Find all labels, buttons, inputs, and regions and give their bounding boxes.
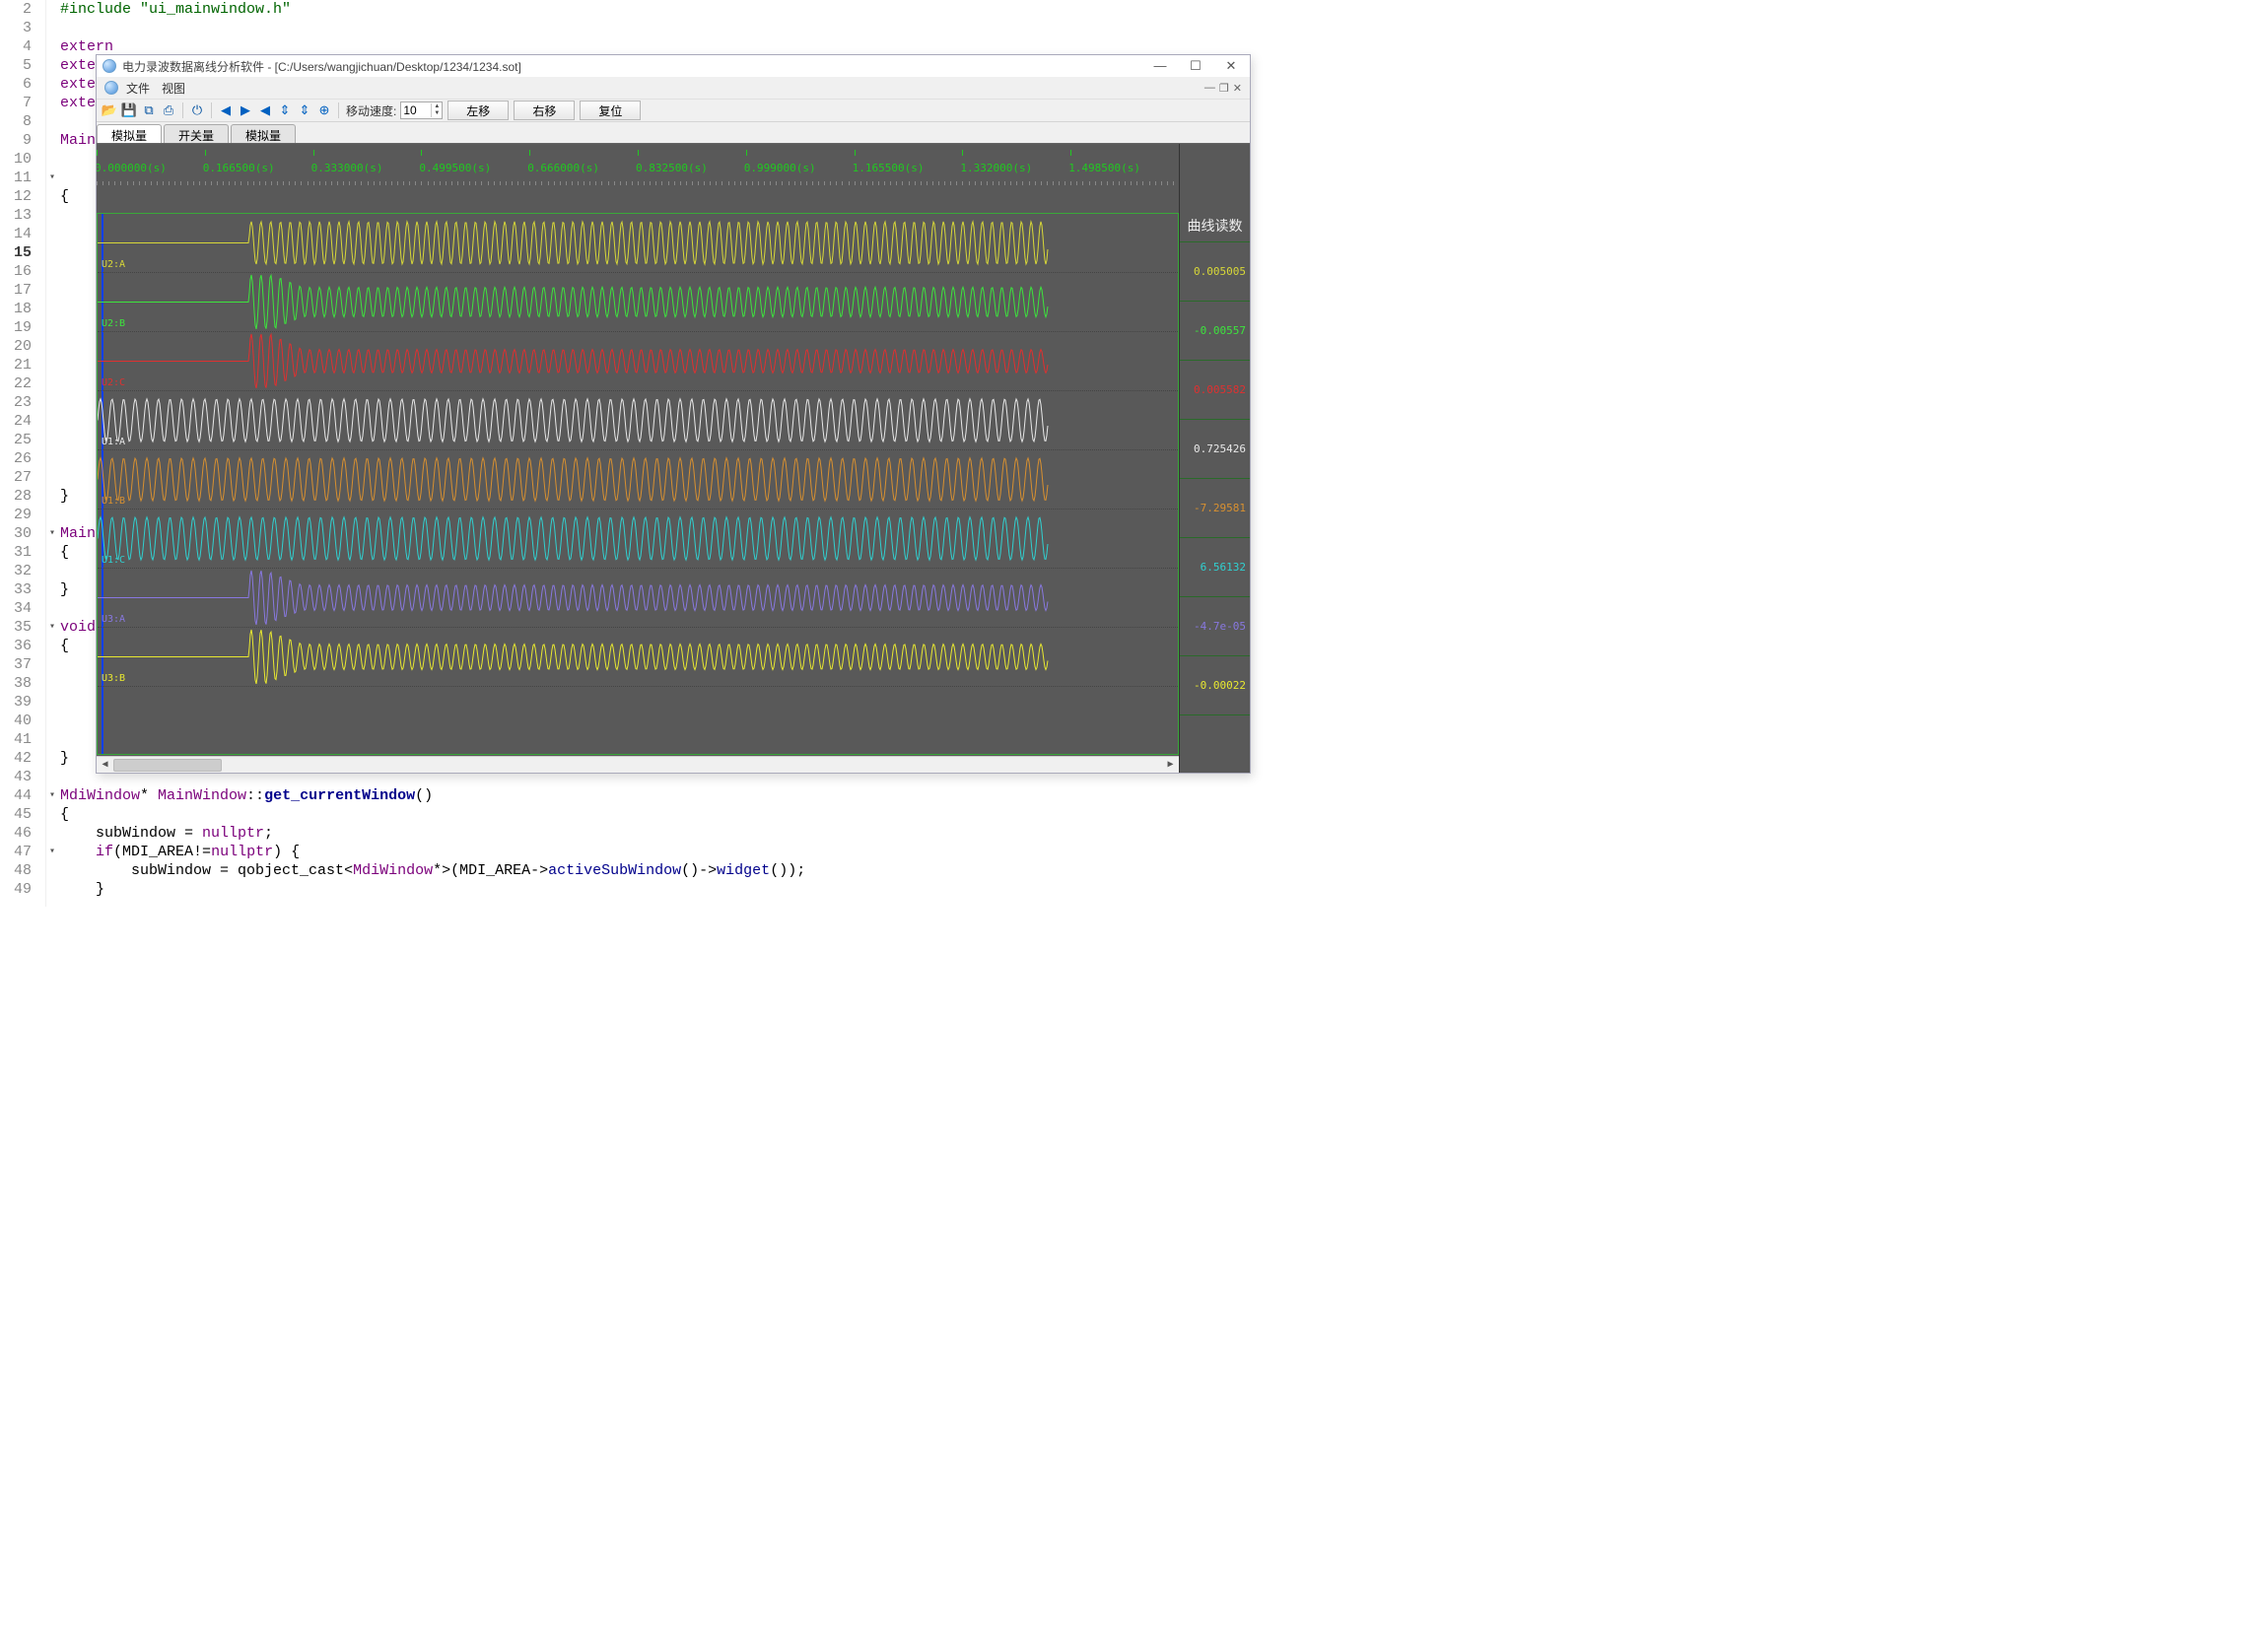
scroll-right-arrow[interactable]: ▶ — [1162, 758, 1179, 773]
time-tick: 1.498500(s) — [1068, 162, 1140, 174]
tab-switch[interactable]: 开关量 — [164, 124, 229, 143]
minimize-button[interactable]: — — [1147, 58, 1173, 74]
waveform-row[interactable]: U2:A — [98, 214, 1178, 273]
scroll-thumb[interactable] — [113, 759, 222, 772]
menubar: 文件 视图 — ❐ ✕ — [97, 77, 1250, 99]
move-right-button[interactable]: 右移 — [514, 101, 575, 120]
menu-file[interactable]: 文件 — [126, 80, 150, 97]
copy-icon[interactable]: ⧉ — [140, 102, 158, 119]
mdi-icon — [104, 81, 118, 95]
print-icon[interactable]: ⎙ — [160, 102, 177, 119]
speed-spinner[interactable]: ▲▼ — [400, 102, 443, 119]
scroll-left-arrow[interactable]: ◀ — [97, 758, 113, 773]
speed-label: 移动速度: — [344, 102, 398, 119]
waveform-row[interactable]: U1:C — [98, 509, 1178, 569]
chart-area: 0.000000(s) 0.166500(s) 0.333000(s) 0.49950… — [97, 144, 1250, 773]
mdi-restore-button[interactable]: ❐ — [1219, 82, 1229, 95]
analysis-app-window: 电力录波数据离线分析软件 - [C:/Users/wangjichuan/Des… — [96, 54, 1251, 774]
menu-view[interactable]: 视图 — [162, 80, 185, 97]
time-tick: 1.165500(s) — [853, 162, 925, 174]
expand-v-icon[interactable]: ⇕ — [276, 102, 294, 119]
waveform-row[interactable]: U1:B — [98, 450, 1178, 509]
time-axis: 0.000000(s) 0.166500(s) 0.333000(s) 0.49950… — [97, 144, 1179, 181]
maximize-button[interactable]: ☐ — [1183, 58, 1208, 74]
power-icon[interactable]: ⏻ — [188, 102, 206, 119]
waveform-row[interactable]: U2:B — [98, 273, 1178, 332]
plot-region[interactable]: 0.000000(s) 0.166500(s) 0.333000(s) 0.49950… — [97, 144, 1179, 773]
mdi-minimize-button[interactable]: — — [1204, 82, 1215, 95]
close-button[interactable]: ✕ — [1218, 58, 1244, 74]
reading-value: 0.005005 — [1180, 242, 1250, 302]
reading-value: -0.00557 — [1180, 302, 1250, 361]
speed-input[interactable] — [401, 103, 431, 117]
reading-value: 0.725426 — [1180, 420, 1250, 479]
waveform-stack[interactable]: U2:AU2:BU2:CU1:AU1:BU1:CU3:AU3:B — [97, 213, 1179, 755]
tab-analog-1[interactable]: 模拟量 — [97, 124, 162, 143]
toolbar: 📂 💾 ⧉ ⎙ ⏻ ◀ ▶ ◀ ⇕ ⇕ ⊕ 移动速度: ▲▼ 左移 右移 复位 — [97, 99, 1250, 122]
time-tick: 0.666000(s) — [527, 162, 599, 174]
time-tick: 0.166500(s) — [203, 162, 275, 174]
line-number-gutter: 2345678910111213141516171819202122232425… — [0, 0, 46, 907]
time-tick: 0.333000(s) — [311, 162, 383, 174]
time-tick: 0.999000(s) — [744, 162, 816, 174]
open-icon[interactable]: 📂 — [101, 102, 118, 119]
tabbar: 模拟量 开关量 模拟量 — [97, 122, 1250, 144]
time-tick: 0.832500(s) — [636, 162, 708, 174]
tab-analog-2[interactable]: 模拟量 — [231, 124, 296, 143]
nav-first-icon[interactable]: ◀ — [217, 102, 235, 119]
reset-button[interactable]: 复位 — [580, 101, 641, 120]
waveform-row[interactable]: U3:B — [98, 628, 1178, 687]
app-icon — [103, 59, 116, 73]
window-title: 电力录波数据离线分析软件 - [C:/Users/wangjichuan/Des… — [122, 58, 521, 75]
scroll-track[interactable] — [113, 758, 1162, 773]
zoom-icon[interactable]: ⊕ — [315, 102, 333, 119]
mdi-close-button[interactable]: ✕ — [1233, 82, 1242, 95]
fold-column: ▾ ▾ ▾ ▾ ▾ — [46, 0, 58, 907]
reading-panel: 曲线读数 0.005005-0.005570.0055820.725426-7.… — [1179, 144, 1250, 773]
time-tick: 1.332000(s) — [960, 162, 1032, 174]
waveform-row[interactable]: U1:A — [98, 391, 1178, 450]
nav-prev-icon[interactable]: ▶ — [237, 102, 254, 119]
titlebar[interactable]: 电力录波数据离线分析软件 - [C:/Users/wangjichuan/Des… — [97, 55, 1250, 77]
reading-value: -7.29581 — [1180, 479, 1250, 538]
time-tick: 0.499500(s) — [419, 162, 491, 174]
nav-play-icon[interactable]: ◀ — [256, 102, 274, 119]
toolbar-sep — [182, 102, 183, 118]
reading-value: -0.00022 — [1180, 656, 1250, 715]
move-left-button[interactable]: 左移 — [447, 101, 509, 120]
reading-value: -4.7e-05 — [1180, 597, 1250, 656]
collapse-v-icon[interactable]: ⇕ — [296, 102, 313, 119]
toolbar-sep — [211, 102, 212, 118]
save-icon[interactable]: 💾 — [120, 102, 138, 119]
waveform-row[interactable]: U2:C — [98, 332, 1178, 391]
reading-value: 0.005582 — [1180, 361, 1250, 420]
waveform-row[interactable]: U3:A — [98, 569, 1178, 628]
reading-header: 曲线读数 — [1180, 144, 1250, 242]
time-tick: 0.000000(s) — [97, 162, 167, 174]
toolbar-sep — [338, 102, 339, 118]
reading-value: 6.56132 — [1180, 538, 1250, 597]
horizontal-scrollbar[interactable]: ◀ ▶ — [97, 756, 1179, 773]
